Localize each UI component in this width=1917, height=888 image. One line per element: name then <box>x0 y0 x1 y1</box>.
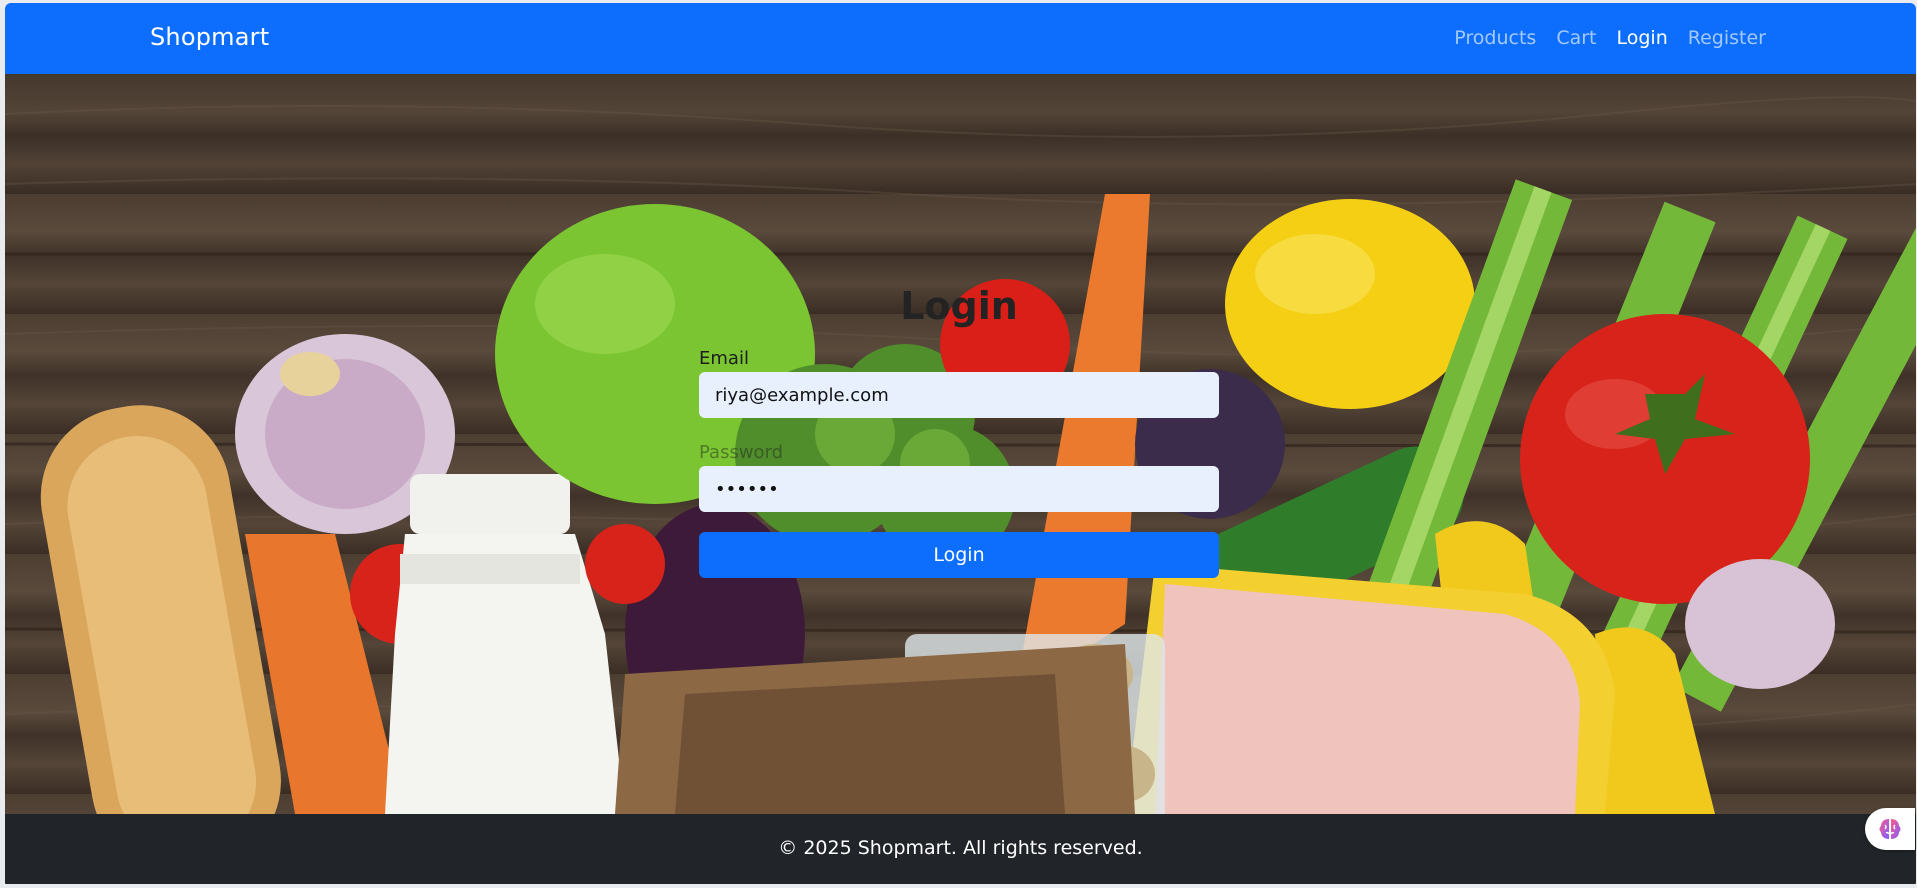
nav-link-register[interactable]: Register <box>1688 27 1766 49</box>
footer-copyright: © 2025 Shopmart. All rights reserved. <box>778 837 1143 859</box>
extension-launcher[interactable] <box>1865 808 1915 850</box>
navbar: Shopmart Products Cart Login Register <box>5 3 1916 74</box>
email-label: Email <box>699 348 749 369</box>
hero-background: Login Email Password Login <box>5 74 1916 814</box>
email-field[interactable] <box>699 372 1219 418</box>
login-form: Login Email Password Login <box>699 284 1219 578</box>
password-field[interactable] <box>699 466 1219 512</box>
password-label: Password <box>699 442 784 463</box>
login-button[interactable]: Login <box>699 532 1219 578</box>
brand-logo[interactable]: Shopmart <box>150 23 269 51</box>
login-title: Login <box>900 284 1018 328</box>
brain-icon <box>1879 819 1901 839</box>
nav-link-login[interactable]: Login <box>1617 27 1668 49</box>
nav-links: Products Cart Login Register <box>1454 27 1766 49</box>
nav-link-products[interactable]: Products <box>1454 27 1536 49</box>
footer: © 2025 Shopmart. All rights reserved. <box>5 814 1916 884</box>
browser-viewport: Shopmart Products Cart Login Register Lo… <box>5 3 1916 888</box>
nav-link-cart[interactable]: Cart <box>1556 27 1596 49</box>
